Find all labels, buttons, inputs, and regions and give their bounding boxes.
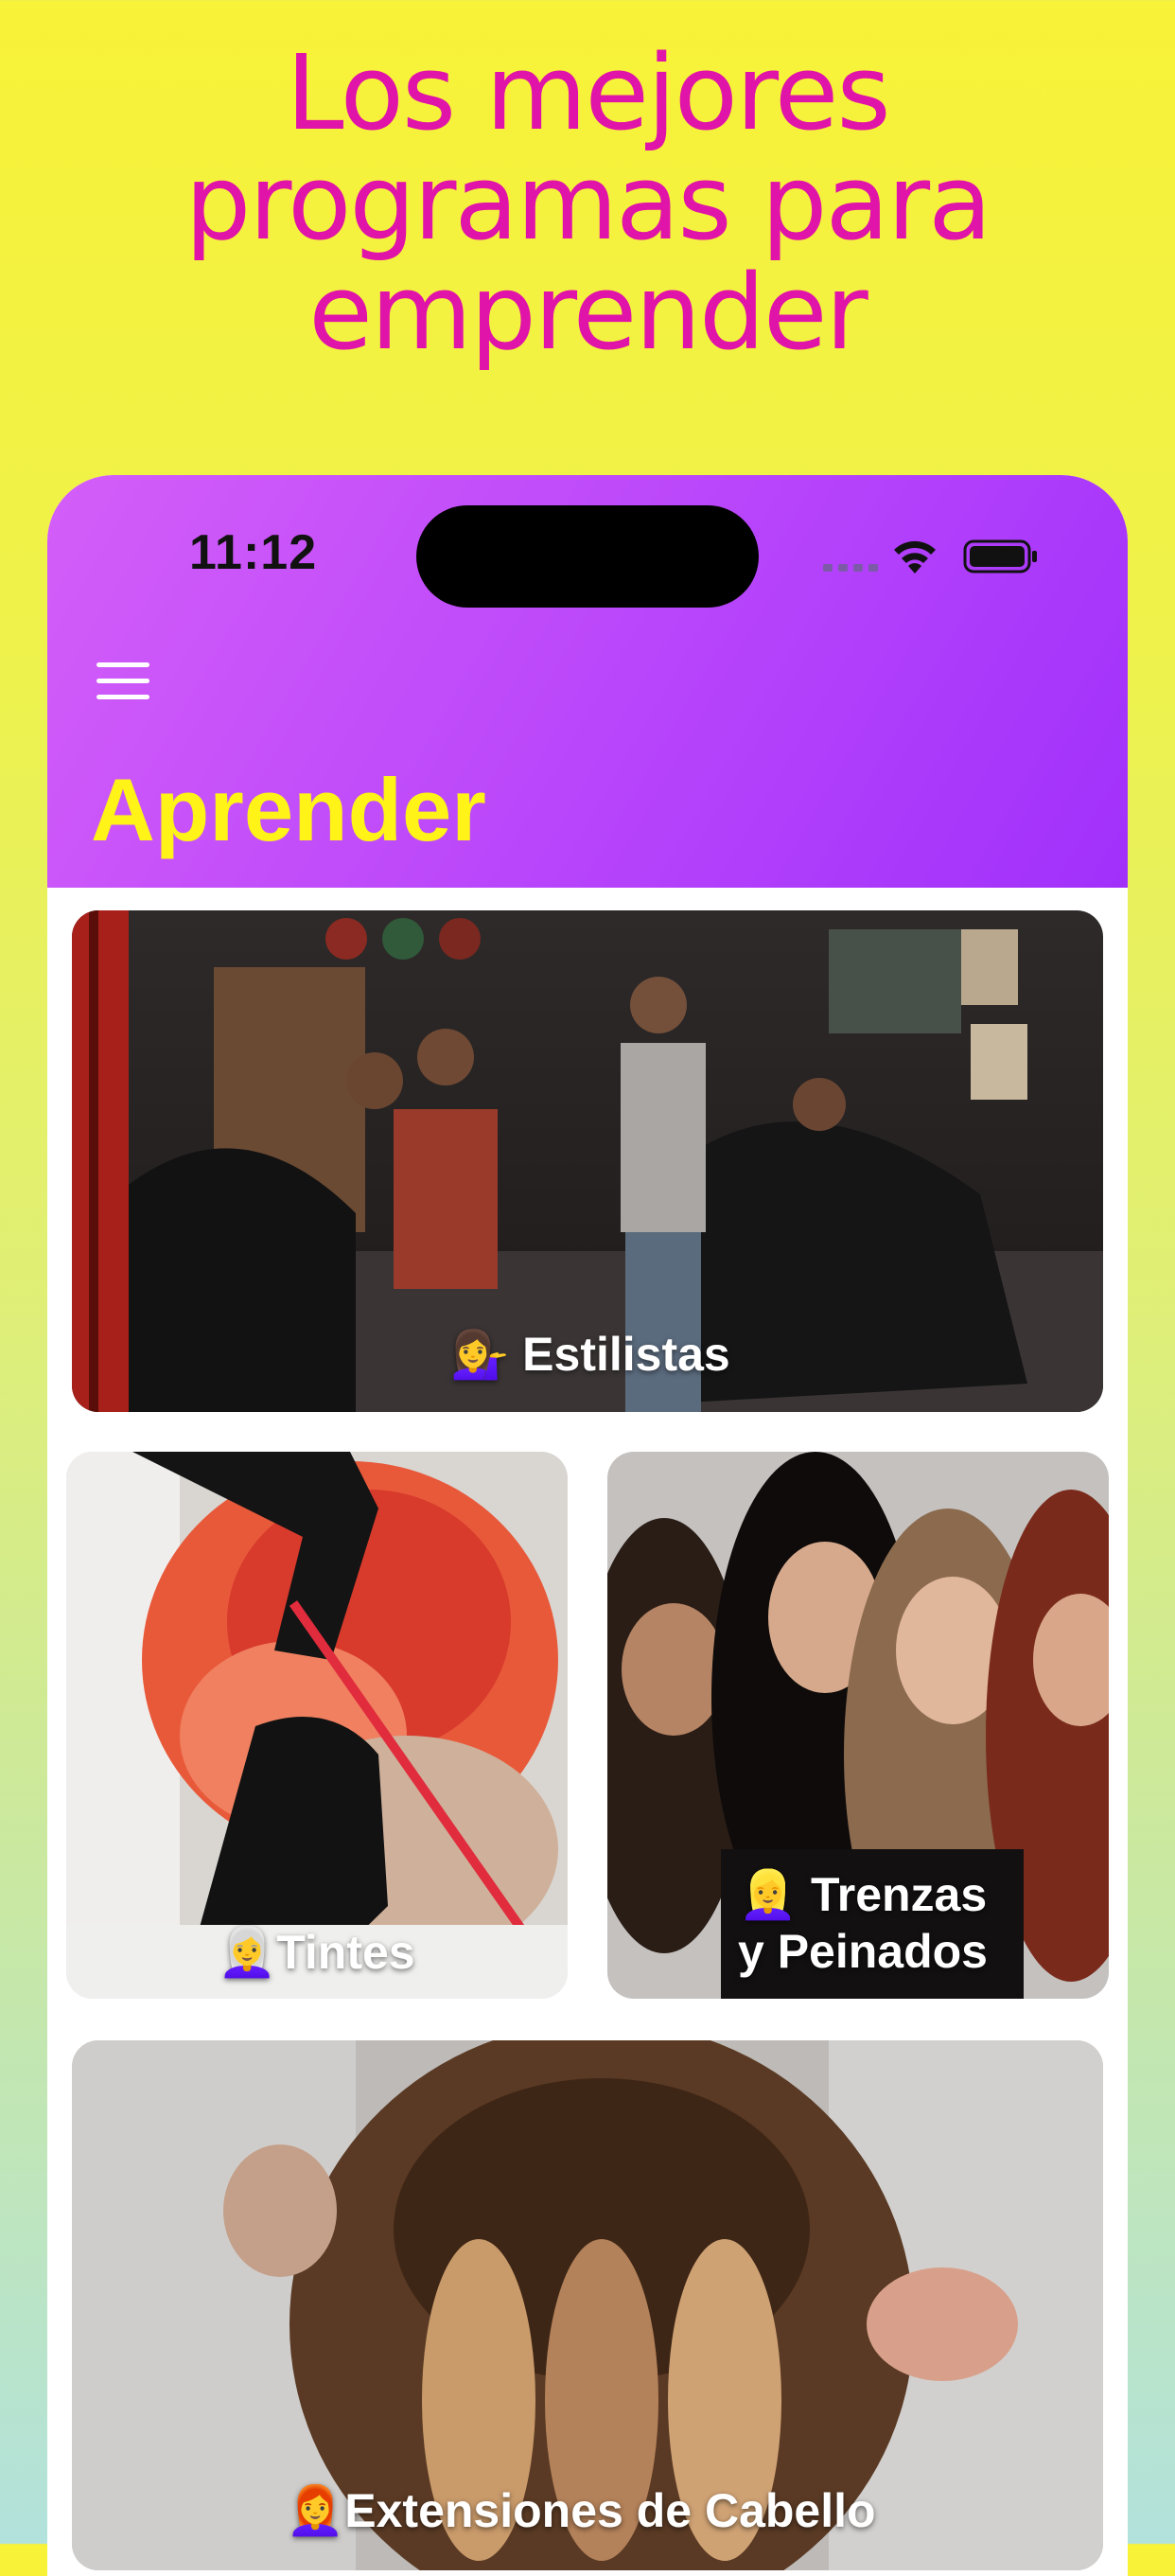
- headline-line-3: emprender: [308, 252, 868, 373]
- dynamic-island: [416, 505, 759, 608]
- woman-tipping-hand-icon: 💁‍♀️: [450, 1328, 510, 1381]
- app-header: 11:12 Aprender: [47, 475, 1128, 888]
- card-estilistas[interactable]: 💁‍♀️ Estilistas: [72, 910, 1103, 1412]
- marketing-headline: Los mejores programas para emprender: [0, 38, 1175, 367]
- card-trenzas-peinados[interactable]: 👱‍♀️ Trenzas y Peinados: [607, 1452, 1109, 1999]
- wifi-icon: [894, 540, 936, 573]
- status-time: 11:12: [189, 525, 318, 580]
- card-label-extensiones: 👩‍🦰Extensiones de Cabello: [286, 2484, 876, 2537]
- page-title: Aprender: [91, 760, 486, 859]
- hair-dye-image: [66, 1452, 568, 1999]
- woman-white-hair-icon: 👩‍🦳: [218, 1926, 277, 1979]
- card-extensiones[interactable]: 👩‍🦰Extensiones de Cabello: [72, 2040, 1103, 2570]
- battery-icon: [963, 539, 1037, 573]
- card-label-trenzas: 👱‍♀️ Trenzas y Peinados: [738, 1868, 988, 1978]
- blond-woman-icon: 👱‍♀️: [738, 1868, 798, 1921]
- hamburger-menu-icon[interactable]: [96, 661, 149, 702]
- signal-icon: [823, 564, 878, 573]
- red-haired-woman-icon: 👩‍🦰: [286, 2484, 345, 2537]
- card-label-tintes: 👩‍🦳Tintes: [218, 1926, 415, 1979]
- phone-screen: 11:12 Aprender: [47, 475, 1128, 2576]
- card-tintes[interactable]: 👩‍🦳Tintes: [66, 1452, 568, 1999]
- headline-line-1: Los mejores: [286, 32, 890, 153]
- card-label-estilistas: 💁‍♀️ Estilistas: [450, 1328, 730, 1381]
- headline-line-2: programas para: [184, 142, 991, 263]
